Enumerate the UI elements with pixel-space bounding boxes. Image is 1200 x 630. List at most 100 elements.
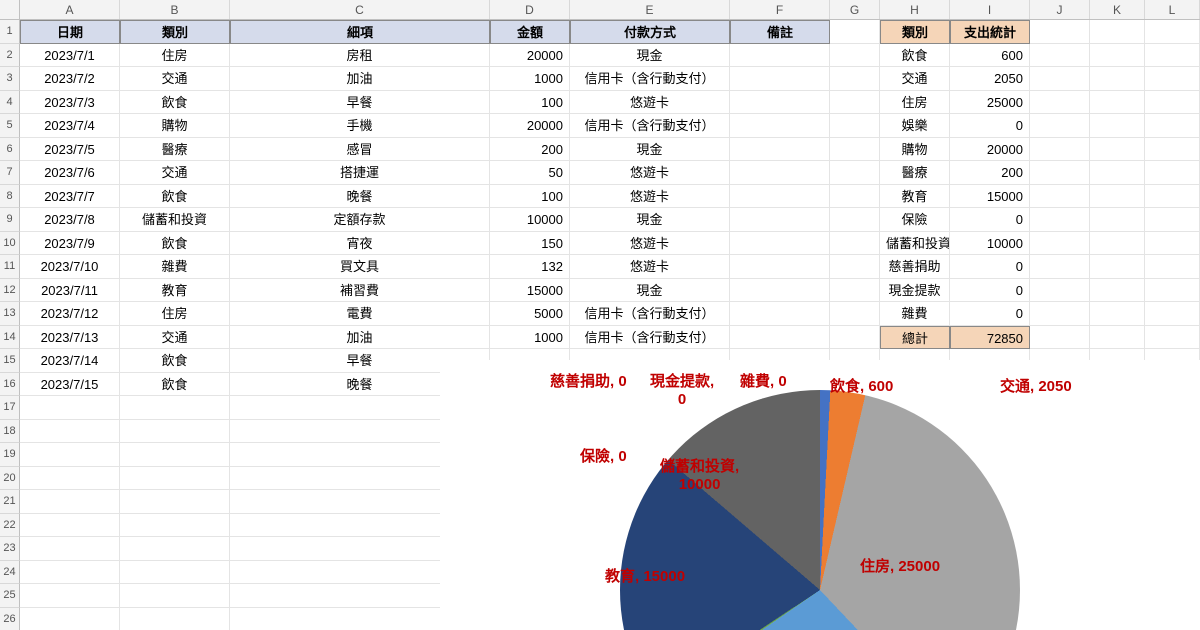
cell-I14[interactable]: 72850 — [950, 326, 1030, 350]
row-header-13[interactable]: 13 — [0, 302, 20, 326]
cell-I10[interactable]: 10000 — [950, 232, 1030, 256]
cell-A18[interactable] — [20, 420, 120, 444]
cell-I9[interactable]: 0 — [950, 208, 1030, 232]
cell-F14[interactable] — [730, 326, 830, 350]
cell-K6[interactable] — [1090, 138, 1145, 162]
cell-E2[interactable]: 現金 — [570, 44, 730, 68]
cell-D4[interactable]: 100 — [490, 91, 570, 115]
cell-A10[interactable]: 2023/7/9 — [20, 232, 120, 256]
cell-F10[interactable] — [730, 232, 830, 256]
cell-H11[interactable]: 慈善捐助 — [880, 255, 950, 279]
row-header-24[interactable]: 24 — [0, 561, 20, 585]
cell-J5[interactable] — [1030, 114, 1090, 138]
cell-C10[interactable]: 宵夜 — [230, 232, 490, 256]
cell-G10[interactable] — [830, 232, 880, 256]
cell-E11[interactable]: 悠遊卡 — [570, 255, 730, 279]
cell-E9[interactable]: 現金 — [570, 208, 730, 232]
row-header-12[interactable]: 12 — [0, 279, 20, 303]
cell-A25[interactable] — [20, 584, 120, 608]
row-header-11[interactable]: 11 — [0, 255, 20, 279]
cell-D13[interactable]: 5000 — [490, 302, 570, 326]
cell-C9[interactable]: 定額存款 — [230, 208, 490, 232]
col-header-E[interactable]: E — [570, 0, 730, 19]
row-header-5[interactable]: 5 — [0, 114, 20, 138]
row-header-6[interactable]: 6 — [0, 138, 20, 162]
cell-L6[interactable] — [1145, 138, 1200, 162]
cell-A26[interactable] — [20, 608, 120, 630]
cell-B24[interactable] — [120, 561, 230, 585]
cell-B2[interactable]: 住房 — [120, 44, 230, 68]
row-header-19[interactable]: 19 — [0, 443, 20, 467]
cell-E4[interactable]: 悠遊卡 — [570, 91, 730, 115]
cell-D1[interactable]: 金額 — [490, 20, 570, 44]
cell-L7[interactable] — [1145, 161, 1200, 185]
cell-J13[interactable] — [1030, 302, 1090, 326]
cell-C3[interactable]: 加油 — [230, 67, 490, 91]
cell-B9[interactable]: 儲蓄和投資 — [120, 208, 230, 232]
cell-C13[interactable]: 電費 — [230, 302, 490, 326]
cell-F6[interactable] — [730, 138, 830, 162]
cell-J12[interactable] — [1030, 279, 1090, 303]
cell-H1[interactable]: 類別 — [880, 20, 950, 44]
cell-A13[interactable]: 2023/7/12 — [20, 302, 120, 326]
cell-L5[interactable] — [1145, 114, 1200, 138]
row-header-21[interactable]: 21 — [0, 490, 20, 514]
cell-B7[interactable]: 交通 — [120, 161, 230, 185]
cell-F2[interactable] — [730, 44, 830, 68]
cell-F7[interactable] — [730, 161, 830, 185]
row-header-9[interactable]: 9 — [0, 208, 20, 232]
cell-G9[interactable] — [830, 208, 880, 232]
cell-H9[interactable]: 保險 — [880, 208, 950, 232]
cell-A21[interactable] — [20, 490, 120, 514]
cell-I7[interactable]: 200 — [950, 161, 1030, 185]
cell-A11[interactable]: 2023/7/10 — [20, 255, 120, 279]
cell-H14[interactable]: 總計 — [880, 326, 950, 350]
cell-A20[interactable] — [20, 467, 120, 491]
row-header-3[interactable]: 3 — [0, 67, 20, 91]
cell-A3[interactable]: 2023/7/2 — [20, 67, 120, 91]
cell-B5[interactable]: 購物 — [120, 114, 230, 138]
cell-I3[interactable]: 2050 — [950, 67, 1030, 91]
row-header-1[interactable]: 1 — [0, 20, 20, 44]
cell-D7[interactable]: 50 — [490, 161, 570, 185]
cell-F5[interactable] — [730, 114, 830, 138]
cell-B13[interactable]: 住房 — [120, 302, 230, 326]
row-header-23[interactable]: 23 — [0, 537, 20, 561]
cell-D8[interactable]: 100 — [490, 185, 570, 209]
cell-B19[interactable] — [120, 443, 230, 467]
cell-D14[interactable]: 1000 — [490, 326, 570, 350]
cell-B1[interactable]: 類別 — [120, 20, 230, 44]
cell-B3[interactable]: 交通 — [120, 67, 230, 91]
cell-B25[interactable] — [120, 584, 230, 608]
cell-G5[interactable] — [830, 114, 880, 138]
cell-A24[interactable] — [20, 561, 120, 585]
cell-B14[interactable]: 交通 — [120, 326, 230, 350]
cell-G2[interactable] — [830, 44, 880, 68]
cell-H6[interactable]: 購物 — [880, 138, 950, 162]
cell-A7[interactable]: 2023/7/6 — [20, 161, 120, 185]
cell-B11[interactable]: 雜費 — [120, 255, 230, 279]
cell-B17[interactable] — [120, 396, 230, 420]
row-header-26[interactable]: 26 — [0, 608, 20, 630]
cell-E12[interactable]: 現金 — [570, 279, 730, 303]
cell-H12[interactable]: 現金提款 — [880, 279, 950, 303]
cell-D9[interactable]: 10000 — [490, 208, 570, 232]
cell-K2[interactable] — [1090, 44, 1145, 68]
cell-D3[interactable]: 1000 — [490, 67, 570, 91]
cell-B26[interactable] — [120, 608, 230, 630]
cell-J6[interactable] — [1030, 138, 1090, 162]
col-header-J[interactable]: J — [1030, 0, 1090, 19]
row-header-18[interactable]: 18 — [0, 420, 20, 444]
cell-I13[interactable]: 0 — [950, 302, 1030, 326]
col-header-C[interactable]: C — [230, 0, 490, 19]
cell-E14[interactable]: 信用卡（含行動支付） — [570, 326, 730, 350]
cell-F8[interactable] — [730, 185, 830, 209]
cell-A1[interactable]: 日期 — [20, 20, 120, 44]
col-header-K[interactable]: K — [1090, 0, 1145, 19]
cell-K11[interactable] — [1090, 255, 1145, 279]
cell-F11[interactable] — [730, 255, 830, 279]
cell-E8[interactable]: 悠遊卡 — [570, 185, 730, 209]
cell-B10[interactable]: 飲食 — [120, 232, 230, 256]
cell-C14[interactable]: 加油 — [230, 326, 490, 350]
cell-I5[interactable]: 0 — [950, 114, 1030, 138]
